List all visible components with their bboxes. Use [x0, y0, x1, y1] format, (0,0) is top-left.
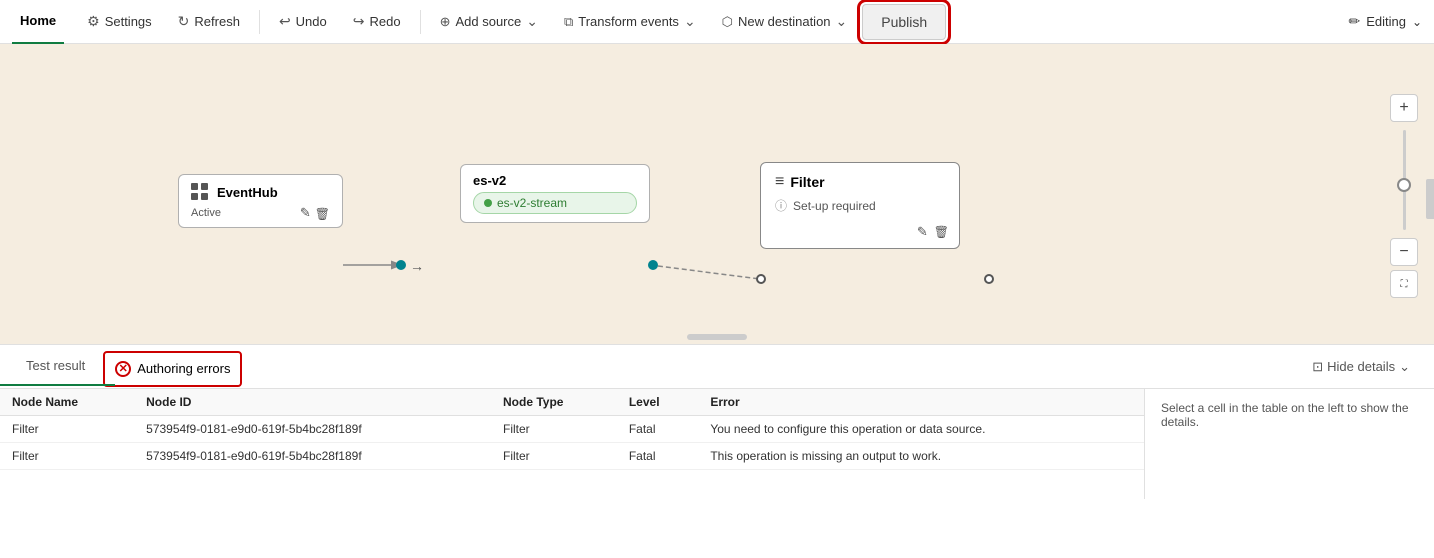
- publish-button[interactable]: Publish: [862, 4, 946, 40]
- connector-dot-2: [648, 260, 658, 270]
- filter-actions: [761, 224, 959, 248]
- col-node-type: Node Type: [491, 389, 617, 416]
- eventhub-edit-icon[interactable]: [300, 205, 311, 221]
- eventhub-node: EventHub Active: [178, 174, 343, 228]
- destination-chevron-icon: [836, 13, 848, 30]
- bottom-content: Node Name Node ID Node Type Level Error …: [0, 389, 1434, 499]
- bottom-panel: Test result ✕ Authoring errors ⊡ Hide de…: [0, 344, 1434, 499]
- col-error: Error: [698, 389, 1144, 416]
- error-table-body: Filter 573954f9-0181-e9d0-619f-5b4bc28f1…: [0, 416, 1144, 470]
- refresh-icon: [178, 13, 190, 30]
- col-level: Level: [617, 389, 698, 416]
- cell-node-name-2: Filter: [0, 443, 134, 470]
- table-row[interactable]: Filter 573954f9-0181-e9d0-619f-5b4bc28f1…: [0, 443, 1144, 470]
- esv2-header: es-v2: [461, 165, 649, 192]
- filter-node: ≡ Filter ⓘ Set-up required: [760, 162, 960, 249]
- new-destination-button[interactable]: New destination: [711, 6, 859, 38]
- home-tab[interactable]: Home: [12, 0, 64, 44]
- info-icon: ⓘ: [775, 197, 787, 214]
- zoom-slider-track: [1403, 130, 1406, 230]
- error-circle-icon: ✕: [115, 361, 131, 377]
- cell-error-1: You need to configure this operation or …: [698, 416, 1144, 443]
- test-result-tab[interactable]: Test result: [16, 345, 95, 389]
- col-node-name: Node Name: [0, 389, 134, 416]
- detail-section: Select a cell in the table on the left t…: [1144, 389, 1434, 499]
- hide-details-button[interactable]: ⊡ Hide details ⌄: [1304, 355, 1418, 379]
- canvas-area[interactable]: EventHub Active → es-v2 es-v2-stream ≡ F…: [0, 44, 1434, 344]
- bottom-tabs: Test result ✕ Authoring errors ⊡ Hide de…: [0, 345, 1434, 389]
- canvas-collapse-handle[interactable]: [1426, 179, 1434, 219]
- editing-chevron-icon: ⌄: [1412, 15, 1422, 29]
- cell-node-id-2: 573954f9-0181-e9d0-619f-5b4bc28f189f: [134, 443, 491, 470]
- add-source-icon: [440, 14, 451, 30]
- filter-status: ⓘ Set-up required: [761, 197, 959, 224]
- esv2-node: es-v2 es-v2-stream: [460, 164, 650, 223]
- error-table-section: Node Name Node ID Node Type Level Error …: [0, 389, 1144, 499]
- undo-button[interactable]: Undo: [268, 6, 338, 38]
- transform-events-button[interactable]: Transform events: [553, 6, 707, 38]
- connector-dot-3: [756, 274, 766, 284]
- cell-error-2: This operation is missing an output to w…: [698, 443, 1144, 470]
- esv2-stream-pill[interactable]: es-v2-stream: [473, 192, 637, 214]
- eventhub-status: Active: [179, 205, 342, 227]
- zoom-fit-button[interactable]: ⛶: [1390, 270, 1418, 298]
- zoom-controls: + − ⛶: [1390, 94, 1418, 298]
- settings-icon: [87, 13, 100, 30]
- cell-node-name-1: Filter: [0, 416, 134, 443]
- divider-1: [259, 10, 260, 34]
- toolbar: Home Settings Refresh Undo Redo Add sour…: [0, 0, 1434, 44]
- eventhub-icon: [191, 183, 209, 201]
- cell-level-2: Fatal: [617, 443, 698, 470]
- cell-node-id-1: 573954f9-0181-e9d0-619f-5b4bc28f189f: [134, 416, 491, 443]
- cell-node-type-1: Filter: [491, 416, 617, 443]
- table-row[interactable]: Filter 573954f9-0181-e9d0-619f-5b4bc28f1…: [0, 416, 1144, 443]
- fit-icon: ⛶: [1401, 279, 1408, 290]
- undo-icon: [279, 13, 291, 30]
- filter-edit-icon[interactable]: [917, 224, 928, 240]
- destination-icon: [722, 14, 733, 30]
- filter-header: ≡ Filter: [761, 163, 959, 197]
- transform-chevron-icon: [684, 13, 696, 30]
- error-table-header: Node Name Node ID Node Type Level Error: [0, 389, 1144, 416]
- add-source-button[interactable]: Add source: [429, 6, 549, 38]
- error-table: Node Name Node ID Node Type Level Error …: [0, 389, 1144, 470]
- authoring-errors-tab[interactable]: ✕ Authoring errors: [103, 351, 242, 387]
- filter-delete-icon[interactable]: [934, 224, 949, 240]
- arrow-1: →: [410, 258, 424, 274]
- eventhub-actions: [300, 205, 330, 221]
- redo-icon: [353, 13, 365, 30]
- zoom-out-button[interactable]: −: [1390, 238, 1418, 266]
- hide-details-chevron-icon: ⌄: [1399, 359, 1410, 375]
- cell-node-type-2: Filter: [491, 443, 617, 470]
- refresh-button[interactable]: Refresh: [167, 6, 251, 38]
- redo-button[interactable]: Redo: [342, 6, 412, 38]
- canvas-scroll-hint: [687, 334, 747, 340]
- edit-pencil-icon: ✏: [1348, 13, 1360, 30]
- editing-dropdown[interactable]: ✏ Editing ⌄: [1348, 13, 1422, 30]
- eventhub-delete-icon[interactable]: [315, 206, 330, 221]
- connector-dot-4: [984, 274, 994, 284]
- add-source-chevron-icon: [526, 13, 538, 30]
- cell-level-1: Fatal: [617, 416, 698, 443]
- transform-icon: [564, 14, 573, 30]
- zoom-slider-thumb[interactable]: [1397, 178, 1411, 192]
- hide-details-icon: ⊡: [1312, 359, 1323, 375]
- eventhub-header: EventHub: [179, 175, 342, 205]
- connector-dot-1: [396, 260, 406, 270]
- divider-2: [420, 10, 421, 34]
- esv2-stream-dot: [484, 199, 492, 207]
- zoom-in-button[interactable]: +: [1390, 94, 1418, 122]
- col-node-id: Node ID: [134, 389, 491, 416]
- filter-icon: ≡: [775, 173, 784, 191]
- settings-button[interactable]: Settings: [76, 6, 163, 38]
